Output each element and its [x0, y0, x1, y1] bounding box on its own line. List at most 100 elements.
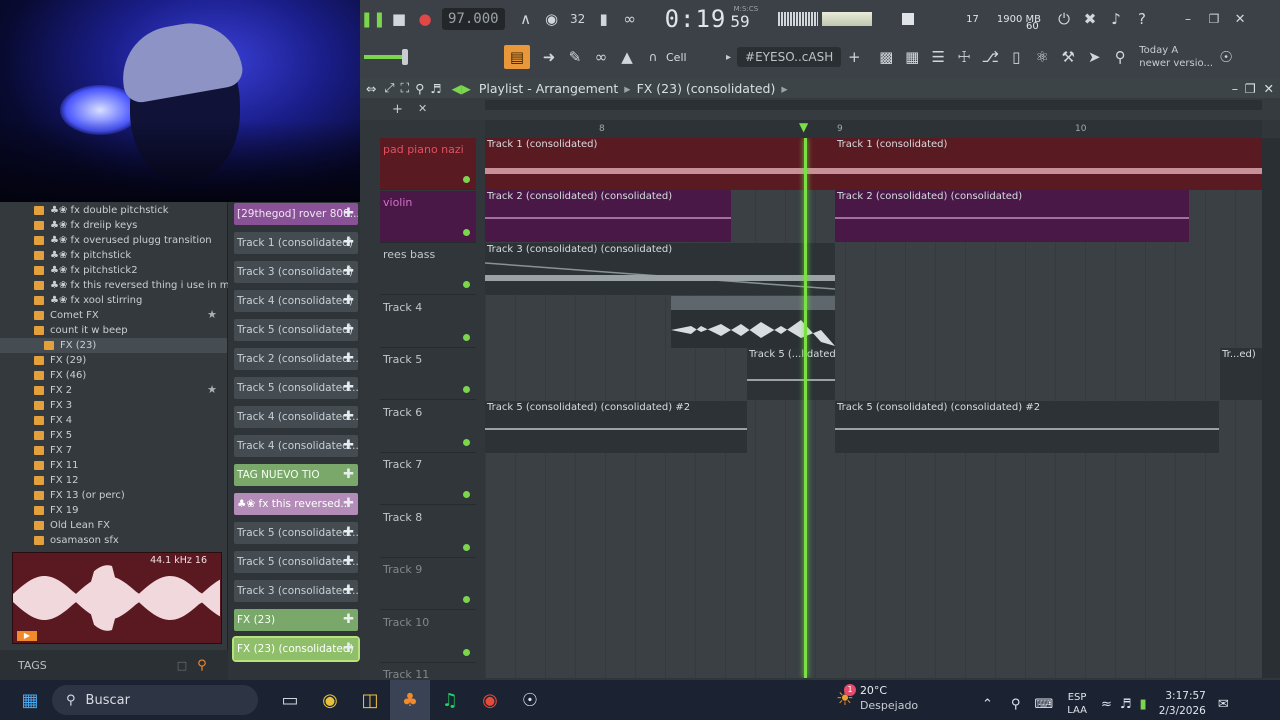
browser-item[interactable]: osamason sfx [0, 533, 227, 548]
browser-item[interactable]: ♣❀ fx pitchstick2 [0, 263, 227, 278]
chrome2-icon[interactable]: ◉ [470, 680, 510, 720]
drag-handle-icon[interactable]: ✚ [343, 264, 354, 279]
language-indicator[interactable]: ESP LAA [1067, 691, 1087, 717]
clip-track2-a[interactable]: Track 2 (consolidated) (consolidated) [485, 190, 731, 242]
pl-close-icon[interactable]: ✕ [1264, 81, 1274, 96]
browser-item[interactable]: FX (29) [0, 353, 227, 368]
drag-handle-icon[interactable]: ✚ [343, 409, 354, 424]
play-arrow-icon[interactable]: ◀▶ [452, 81, 471, 96]
track-header[interactable]: Track 9 [380, 558, 476, 610]
picker-item[interactable]: Track 4 (consolidated) ✚ [234, 290, 358, 312]
chevron-up-icon[interactable]: ⌃ [982, 697, 993, 712]
browser-item[interactable]: FX 5 [0, 428, 227, 443]
clip-track1-b[interactable]: Track 1 (consolidated) [835, 138, 1262, 190]
arrangement-grid[interactable]: Track 1 (consolidated) Track 1 (consolid… [485, 138, 1262, 678]
send-icon[interactable]: ➤ [1081, 45, 1107, 69]
countdown-icon[interactable]: 32 [565, 7, 591, 31]
browser-item[interactable]: Old Lean FX [0, 518, 227, 533]
pl-maximize-icon[interactable]: ❐ [1245, 81, 1256, 96]
drag-handle-icon[interactable]: ✚ [343, 554, 354, 569]
track-mute-led[interactable] [463, 333, 470, 341]
track-mute-led[interactable] [463, 176, 470, 183]
cart-icon[interactable]: ⚲ [1107, 45, 1133, 69]
browser-item[interactable]: FX 12 [0, 473, 227, 488]
track-header[interactable]: pad piano nazi [380, 138, 476, 190]
folder-icon[interactable]: □ [177, 659, 187, 672]
taskbar-search[interactable]: ⚲ Buscar [52, 685, 258, 715]
obs-icon[interactable]: ☉ [510, 680, 550, 720]
track-mute-led[interactable] [463, 543, 470, 551]
piano-roll-icon[interactable]: ☰ [925, 45, 951, 69]
browser-item[interactable]: Comet FX ★ [0, 308, 227, 323]
file-icon[interactable]: ▯ [1003, 45, 1029, 69]
clock[interactable]: 3:17:57 2/3/2026 [1159, 689, 1206, 719]
drag-handle-icon[interactable]: ✚ [343, 496, 354, 511]
track-mute-led[interactable] [463, 648, 470, 656]
tools-icon[interactable]: ✖ [1077, 7, 1103, 31]
clip-track3[interactable]: Track 3 (consolidated) (consolidated) [485, 243, 835, 295]
track-mute-led[interactable] [463, 596, 470, 603]
news-panel[interactable]: Today A newer versio... [1139, 44, 1213, 70]
drag-handle-icon[interactable]: ✚ [343, 206, 354, 221]
favorite-star-icon[interactable]: ★ [207, 383, 217, 396]
track-mute-led[interactable] [463, 228, 470, 236]
metronome-icon[interactable]: ∧ [513, 7, 539, 31]
clip-track5-a[interactable]: Track 5 (...lidated) [747, 348, 835, 400]
maximize-icon[interactable]: ❐ [1201, 7, 1227, 31]
browser-item[interactable]: FX 19 [0, 503, 227, 518]
notifications-icon[interactable]: ✉ [1218, 697, 1229, 712]
drag-handle-icon[interactable]: ✚ [343, 583, 354, 598]
browser-item[interactable]: FX 7 [0, 443, 227, 458]
drag-handle-icon[interactable]: ✚ [343, 293, 354, 308]
playhead[interactable] [804, 138, 807, 678]
clip-fx23[interactable]: FX (23) (consolidated) [671, 296, 835, 348]
zoom-icon[interactable]: ⛶ [401, 80, 410, 96]
sample-preview[interactable]: 44.1 kHz 16 ▶ [12, 552, 222, 644]
time-display[interactable]: 0:19 59 M:S:CS [665, 5, 759, 33]
mic-icon[interactable]: ⚲ [1011, 697, 1021, 712]
track-header[interactable]: Track 5 [380, 348, 476, 400]
browser-item[interactable]: ♣❀ fx xool stirring [0, 293, 227, 308]
pl-minimize-icon[interactable]: – [1232, 81, 1238, 96]
loop-record-icon[interactable]: ∞ [617, 7, 643, 31]
power-icon[interactable]: ⏻ [1051, 7, 1077, 31]
weather-widget[interactable]: ☀ 1 20°C Despejado [836, 683, 918, 713]
track-mute-led[interactable] [463, 281, 470, 288]
arrow-icon[interactable]: ➜ [536, 45, 562, 69]
add-pattern-icon[interactable]: + [841, 45, 867, 69]
browser-item[interactable]: FX 13 (or perc) [0, 488, 227, 503]
picker-item[interactable]: Track 4 (consolidated... ✚ [234, 406, 358, 428]
drag-handle-icon[interactable]: ✚ [343, 641, 354, 656]
speaker-icon[interactable]: ♬ [430, 81, 441, 96]
drag-handle-icon[interactable]: ✚ [343, 235, 354, 250]
blend-notes-icon[interactable]: ▮ [591, 7, 617, 31]
browser-item[interactable]: ♣❀ fx double pitchstick [0, 203, 227, 218]
playlist-button-icon[interactable]: ▤ [504, 45, 530, 69]
browser-item[interactable]: FX (46) [0, 368, 227, 383]
preview-play-icon[interactable]: ▶ [17, 631, 37, 641]
track-mute-led[interactable] [463, 386, 470, 393]
browser-icon[interactable]: ⎇ [977, 45, 1003, 69]
drag-handle-icon[interactable]: ✚ [343, 467, 354, 482]
clip-track6-b[interactable]: Track 5 (consolidated) (consolidated) #2 [835, 401, 1219, 453]
favorite-star-icon[interactable]: ★ [207, 308, 217, 321]
clip-track2-b[interactable]: Track 2 (consolidated) (consolidated) [835, 190, 1189, 242]
wifi-icon[interactable]: ≈ [1101, 697, 1112, 712]
record-icon[interactable]: ● [412, 7, 438, 31]
microphone-icon[interactable]: ♪ [1103, 7, 1129, 31]
playhead-marker-icon[interactable]: ▼ [799, 120, 808, 134]
drag-handle-icon[interactable]: ✚ [343, 612, 354, 627]
select-icon[interactable]: ⤢ [384, 80, 394, 96]
link-icon[interactable]: ∞ [588, 45, 614, 69]
tempo-display[interactable]: 97.000 [442, 8, 505, 30]
picker-item[interactable]: FX (23) (consolidated) ✚ [232, 636, 360, 662]
picker-item[interactable]: Track 5 (consolidated... ✚ [234, 377, 358, 399]
picker-item[interactable]: ♣❀ fx this reversed... ✚ [234, 493, 358, 515]
chrome-icon[interactable]: ◉ [310, 680, 350, 720]
play-icon[interactable]: ❚❚ [360, 7, 386, 31]
drag-handle-icon[interactable]: ✚ [343, 351, 354, 366]
track-header[interactable]: Track 6 [380, 401, 476, 453]
browser-item[interactable]: FX 3 [0, 398, 227, 413]
browser-item[interactable]: FX 4 [0, 413, 227, 428]
track-header[interactable]: Track 4 [380, 296, 476, 348]
